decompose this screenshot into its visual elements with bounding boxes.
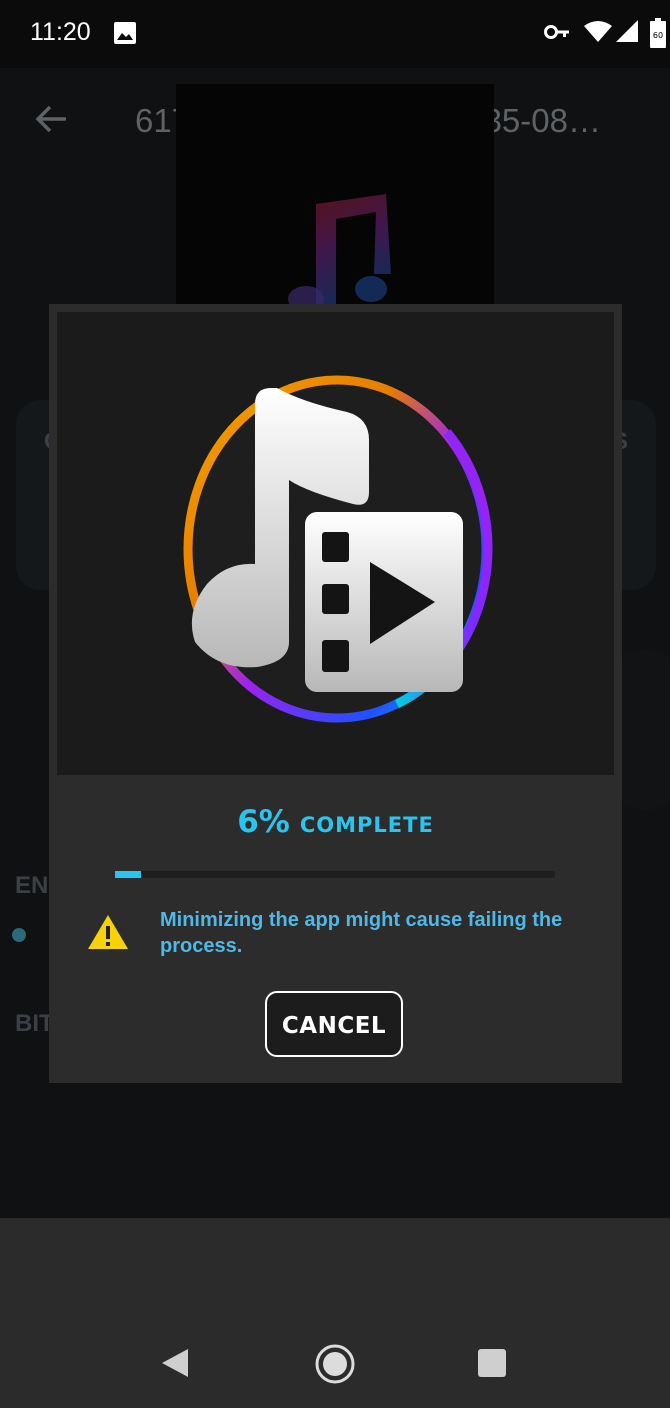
image-icon xyxy=(114,22,136,44)
warning-icon xyxy=(87,914,129,954)
progress-dialog: 6% COMPLETE Minimizing the app might caus… xyxy=(49,304,622,1083)
cancel-button[interactable]: CANCEL xyxy=(265,991,403,1057)
status-bar: 11:20 60 xyxy=(0,0,670,68)
progress-bar xyxy=(115,871,555,878)
bitrate-label: BIT xyxy=(15,1010,54,1037)
nav-back-button[interactable] xyxy=(160,1347,190,1383)
battery-icon: 60 xyxy=(650,18,666,52)
progress-percent: 6% xyxy=(237,804,290,840)
progress-label: COMPLETE xyxy=(299,813,434,837)
radio-dot xyxy=(12,928,26,942)
encoder-label: EN xyxy=(15,872,49,899)
vpn-key-icon xyxy=(544,24,570,44)
status-time: 11:20 xyxy=(30,18,91,46)
progress-text: 6% COMPLETE xyxy=(49,804,622,840)
signal-icon xyxy=(616,20,638,46)
nav-recents-button[interactable] xyxy=(478,1349,506,1381)
battery-level: 60 xyxy=(653,31,663,40)
warning-message: Minimizing the app might cause failing t… xyxy=(160,909,563,957)
nav-home-button[interactable] xyxy=(314,1343,356,1389)
progress-bar-fill xyxy=(115,871,142,878)
app-logo xyxy=(57,312,614,775)
wifi-icon xyxy=(584,20,612,46)
back-arrow-icon[interactable] xyxy=(34,104,68,138)
cover-art xyxy=(176,84,494,312)
